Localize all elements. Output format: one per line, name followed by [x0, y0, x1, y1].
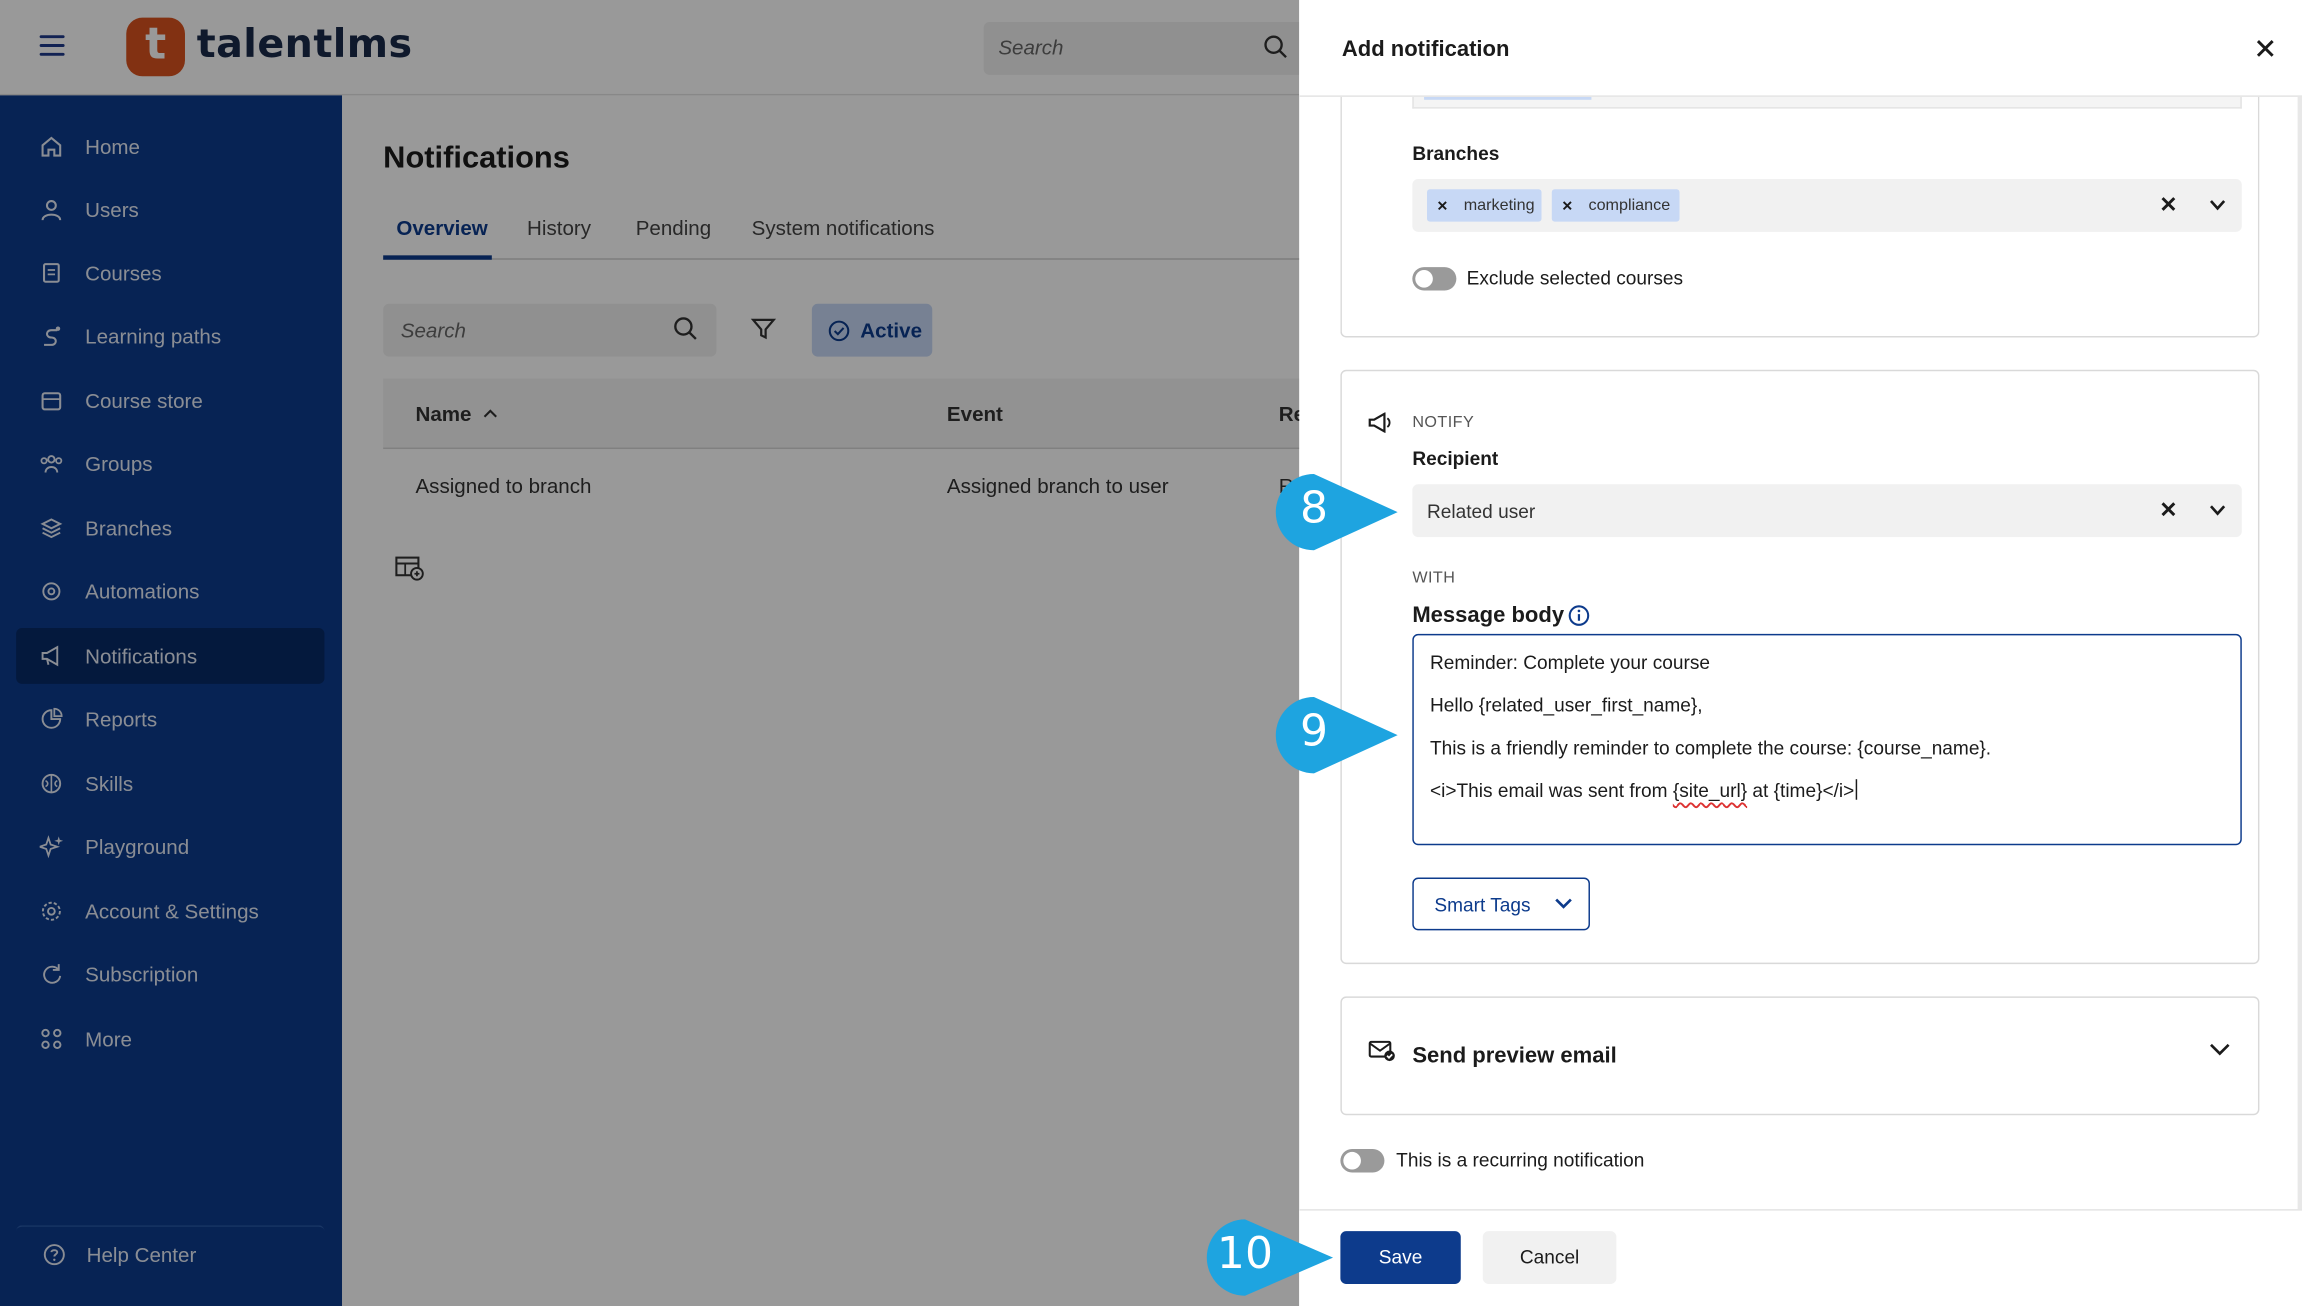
message-line: Reminder: Complete your course [1429, 651, 1710, 674]
branches-label: Branches [1412, 142, 1500, 165]
branch-chip-compliance[interactable]: × compliance [1551, 189, 1680, 222]
message-line: Hello {related_user_first_name}, [1429, 694, 1703, 717]
recurring-label: This is a recurring notification [1396, 1148, 1645, 1172]
email-check-icon [1368, 1040, 1395, 1062]
chevron-down-icon [1555, 898, 1572, 909]
modal-backdrop[interactable] [0, 0, 1300, 1306]
message-body-label: Message body [1412, 603, 1565, 629]
misspelled-word: {site_url} [1672, 779, 1748, 802]
megaphone-icon [1368, 412, 1391, 433]
message-text: at {time}</i> [1747, 779, 1855, 802]
smart-tags-button[interactable]: Smart Tags [1412, 877, 1590, 931]
add-notification-drawer: Add notification Branches × marketing × … [1299, 0, 2302, 1306]
smart-tags-label: Smart Tags [1434, 893, 1531, 916]
recipient-value: Related user [1427, 500, 1536, 523]
drawer-footer: Save Cancel [1299, 1209, 2302, 1306]
remove-chip-icon[interactable]: × [1437, 195, 1447, 216]
callout-10-number: 10 [1216, 1228, 1273, 1280]
callout-8-number: 8 [1299, 482, 1328, 535]
message-line-footer: <i>This email was sent from {site_url} a… [1429, 779, 1858, 802]
branches-select[interactable]: × marketing × compliance [1412, 179, 2242, 232]
scrollbar[interactable] [2297, 96, 2302, 1213]
clear-icon[interactable] [2160, 500, 2178, 518]
remove-chip-icon[interactable]: × [1562, 195, 1572, 216]
info-icon[interactable] [1568, 605, 1590, 627]
drawer-header: Add notification [1299, 0, 2302, 97]
save-button[interactable]: Save [1340, 1231, 1461, 1284]
clear-icon[interactable] [2160, 195, 2178, 213]
notify-section-label: NOTIFY [1412, 413, 1475, 432]
chevron-down-icon[interactable] [2208, 503, 2227, 516]
chip-label: compliance [1588, 196, 1671, 215]
close-icon[interactable] [2254, 37, 2277, 60]
course-chip[interactable] [1424, 96, 1592, 100]
recipient-select[interactable]: Related user [1412, 484, 2242, 538]
message-body-textarea[interactable]: Reminder: Complete your course Hello {re… [1412, 633, 2242, 846]
with-section-label: WITH [1412, 569, 1456, 587]
text-cursor [1855, 779, 1858, 800]
chip-label: marketing [1463, 196, 1535, 215]
chevron-down-icon[interactable] [2208, 198, 2227, 211]
recipient-label: Recipient [1412, 447, 1499, 470]
chevron-down-icon[interactable] [2208, 1042, 2231, 1057]
message-line: This is a friendly reminder to complete … [1429, 736, 1992, 759]
cancel-button[interactable]: Cancel [1482, 1231, 1617, 1284]
exclude-courses-toggle[interactable] [1412, 267, 1457, 291]
callout-9-number: 9 [1299, 705, 1328, 758]
drawer-title: Add notification [1341, 36, 1510, 62]
preview-email-title[interactable]: Send preview email [1412, 1043, 1616, 1068]
branch-chip-marketing[interactable]: × marketing [1427, 189, 1542, 222]
recurring-toggle[interactable] [1340, 1148, 1385, 1173]
message-text: <i>This email was sent from [1429, 779, 1673, 802]
exclude-courses-label: Exclude selected courses [1466, 267, 1684, 290]
